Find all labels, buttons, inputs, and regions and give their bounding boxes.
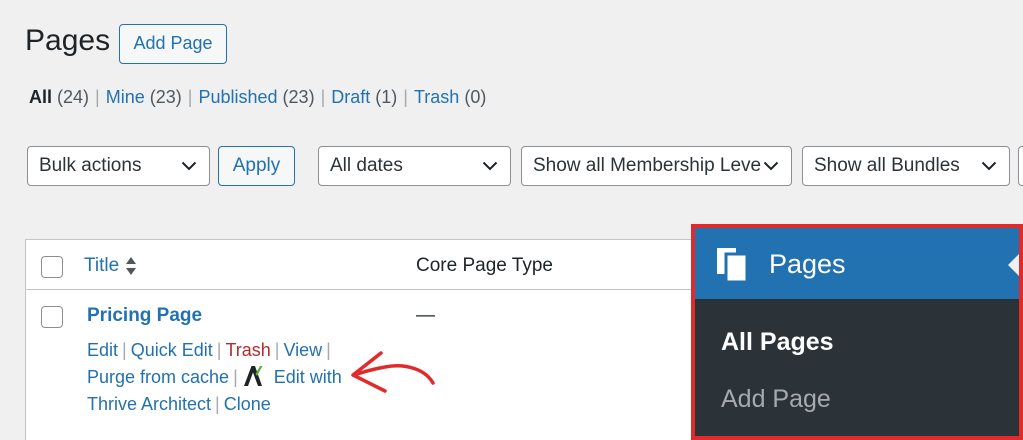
edit-with-label: Edit with — [273, 367, 342, 387]
status-filter-links: All (24) | Mine (23) | Published (23) | Draft … — [29, 87, 486, 108]
pages-menu-label: Pages — [769, 249, 846, 279]
trash-link[interactable]: Trash — [225, 340, 270, 360]
purge-cache-link[interactable]: Purge from cache — [87, 367, 229, 387]
action-separator: | — [216, 340, 222, 360]
page-title: Pages — [25, 24, 111, 57]
filter-separator: | — [95, 87, 100, 107]
dates-filter-value: All dates — [330, 155, 403, 176]
bundles-filter-value: Show all Bundles — [814, 155, 960, 176]
filter-draft-count: (1) — [375, 87, 398, 107]
membership-levels-value: Show all Membership Levels — [533, 155, 775, 176]
edit-with-thrive-link[interactable]: Edit with — [242, 366, 342, 387]
pages-menu-header[interactable]: Pages — [695, 228, 1019, 299]
action-separator: | — [233, 367, 238, 387]
filter-all[interactable]: All (24) — [29, 87, 89, 107]
action-separator: | — [215, 394, 220, 414]
page-title-link[interactable]: Pricing Page — [87, 305, 202, 327]
chevron-down-icon — [179, 147, 199, 184]
filter-draft[interactable]: Draft — [331, 87, 370, 107]
membership-levels-select[interactable]: Show all Membership Levels — [521, 146, 792, 186]
bulk-actions-value: Bulk actions — [39, 155, 142, 176]
submenu-add-page[interactable]: Add Page — [721, 385, 831, 414]
title-column-label: Title — [84, 255, 120, 276]
bulk-actions-select[interactable]: Bulk actions — [27, 146, 210, 186]
row-actions: Edit | Quick Edit | Trash | View | Purge from c… — [87, 337, 342, 418]
next-filter-select-edge[interactable] — [1018, 146, 1023, 186]
filter-mine-count: (23) — [149, 87, 182, 107]
chevron-down-icon — [480, 147, 500, 184]
core-page-type-column-label: Core Page Type — [416, 255, 553, 276]
apply-button[interactable]: Apply — [218, 146, 295, 186]
quick-edit-link[interactable]: Quick Edit — [131, 340, 213, 360]
sort-icon — [126, 257, 137, 275]
core-page-type-value: — — [416, 305, 435, 326]
pages-menu-flyout: Pages All Pages Add Page — [691, 224, 1023, 440]
view-link[interactable]: View — [283, 340, 322, 360]
edit-link[interactable]: Edit — [87, 340, 118, 360]
title-column-sort[interactable]: Title — [84, 255, 137, 277]
filter-trash-count: (0) — [464, 87, 487, 107]
pages-icon — [717, 248, 747, 282]
filter-published-count: (23) — [282, 87, 315, 107]
filter-trash[interactable]: Trash — [414, 87, 459, 107]
table-header: Title Core Page Type — [26, 240, 714, 290]
dates-filter-select[interactable]: All dates — [318, 146, 511, 186]
pages-table: Title Core Page Type Pricing Page — Edit… — [25, 239, 715, 440]
action-separator: | — [122, 340, 127, 360]
bundles-filter-select[interactable]: Show all Bundles — [802, 146, 1010, 186]
filter-separator: | — [187, 87, 193, 107]
clone-link[interactable]: Clone — [224, 394, 271, 414]
submenu-all-pages[interactable]: All Pages — [721, 328, 834, 357]
action-separator: | — [326, 340, 331, 360]
row-checkbox[interactable] — [41, 306, 63, 328]
menu-active-notch — [1008, 254, 1019, 276]
chevron-down-icon — [761, 147, 781, 184]
thrive-architect-icon — [243, 366, 263, 386]
select-all-checkbox[interactable] — [41, 256, 63, 278]
thrive-architect-link[interactable]: Thrive Architect — [87, 394, 211, 414]
chevron-down-icon — [979, 147, 999, 184]
add-page-button[interactable]: Add Page — [119, 24, 227, 64]
filter-mine[interactable]: Mine — [106, 87, 145, 107]
annotation-arrow-icon — [351, 351, 435, 393]
filter-separator: | — [403, 87, 408, 107]
filter-published[interactable]: Published — [198, 87, 277, 107]
action-separator: | — [274, 340, 280, 360]
filter-separator: | — [320, 87, 326, 107]
